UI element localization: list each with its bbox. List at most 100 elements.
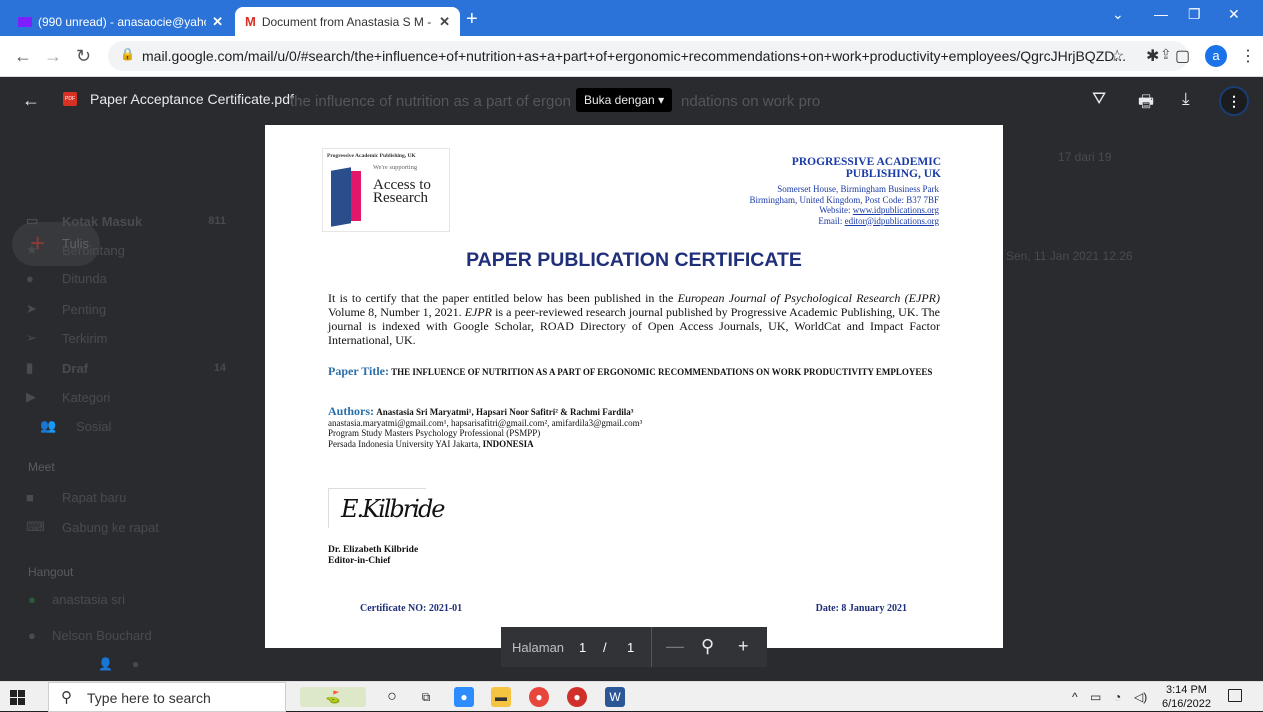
- send-icon: ➢: [26, 330, 37, 345]
- notification-icon[interactable]: [1228, 689, 1242, 702]
- cortana-icon[interactable]: ○: [382, 687, 402, 707]
- close-window-icon[interactable]: ✕: [1228, 6, 1240, 23]
- download-icon[interactable]: ⤓: [1182, 89, 1190, 109]
- app-icon[interactable]: ●: [567, 687, 587, 707]
- body-text: Volume 8, Number 1, 2021.: [328, 305, 465, 319]
- zoom-in-icon[interactable]: +: [738, 636, 749, 657]
- caret-down-icon: ▾: [658, 93, 665, 107]
- people-icon: 👥: [40, 418, 57, 433]
- sidebar-item-starred[interactable]: ★ Berbintang: [26, 242, 226, 258]
- word-icon[interactable]: W: [605, 687, 625, 707]
- share-icon[interactable]: ⇪: [1160, 46, 1172, 63]
- meet-label: Rapat baru: [62, 490, 127, 505]
- new-tab-button[interactable]: +: [466, 9, 478, 29]
- zoom-app-icon[interactable]: ●: [454, 687, 474, 707]
- sidebar-item-social[interactable]: 👥 Sosial: [40, 418, 240, 434]
- chrome-icon[interactable]: ●: [529, 687, 549, 707]
- sidebar-item-label: Terkirim: [62, 330, 108, 346]
- hangout-user[interactable]: ● anastasia sri: [28, 592, 228, 607]
- bookmark-star-icon[interactable]: ☆: [1110, 46, 1124, 66]
- volume-icon[interactable]: ◁): [1134, 690, 1147, 704]
- certificate-number: Certificate NO: 2021-01: [360, 603, 463, 614]
- network-icon[interactable]: ◔: [1114, 690, 1121, 704]
- journal-short-name: EJPR: [464, 305, 493, 319]
- reload-icon[interactable]: ↻: [76, 46, 91, 67]
- zoom-out-icon[interactable]: —: [666, 636, 684, 657]
- logo-top-text: Progressive Academic Publishing, UK: [327, 153, 416, 159]
- taskbar-search-input[interactable]: ⚲ Type here to search: [48, 682, 286, 712]
- pagination-text: 17 dari 19: [1058, 150, 1112, 164]
- browser-menu-icon[interactable]: ⋮: [1240, 46, 1256, 66]
- minimize-icon[interactable]: —: [1154, 6, 1168, 22]
- sidebar-item-label: Penting: [62, 301, 107, 317]
- journal-name: European Journal of Psychological Resear…: [677, 291, 940, 305]
- zoom-icon[interactable]: ⚲: [701, 636, 714, 657]
- sidebar-item-inbox[interactable]: ▭ Kotak Masuk 811: [26, 213, 226, 229]
- pdf-viewer-toolbar: ← PDF Paper Acceptance Certificate.pdf t…: [0, 77, 1263, 123]
- sidebar-item-snoozed[interactable]: ● Ditunda: [26, 271, 226, 286]
- clock-date: 6/16/2022: [1162, 698, 1211, 710]
- search-icon: ⚲: [61, 689, 72, 706]
- hangout-heading: Hangout: [28, 565, 74, 579]
- side-panel-icon[interactable]: ▢: [1175, 46, 1190, 66]
- signature-image: E.Kilbride: [341, 495, 446, 523]
- person-icon[interactable]: 👤: [98, 657, 113, 671]
- website-link[interactable]: www.idpublications.org: [853, 205, 939, 215]
- system-clock[interactable]: 3:14 PM 6/16/2022: [1162, 683, 1211, 711]
- sidebar-item-label: Sosial: [76, 418, 112, 434]
- publisher-address: Somerset House, Birmingham Business Park…: [639, 184, 939, 226]
- print-icon[interactable]: 🖶: [1138, 89, 1154, 118]
- chat-icon[interactable]: ●: [132, 657, 139, 671]
- sidebar-item-label: Kotak Masuk: [62, 213, 143, 229]
- add-to-drive-icon[interactable]: ⛛: [1092, 89, 1106, 109]
- back-arrow-icon[interactable]: ←: [22, 90, 40, 111]
- authors-names: Anastasia Sri Maryatmi¹, Hapsari Noor Sa…: [376, 407, 634, 417]
- tab-search-icon[interactable]: ⌄: [1112, 6, 1124, 23]
- email-label: Email:: [818, 215, 843, 226]
- forward-icon[interactable]: →: [44, 46, 62, 67]
- star-icon: ★: [26, 242, 38, 257]
- avatar: ●: [28, 628, 36, 643]
- tab-label: Document from Anastasia S M -: [261, 14, 432, 29]
- authors-block: Authors: Anastasia Sri Maryatmi¹, Hapsar…: [328, 404, 940, 449]
- page-label: Halaman: [512, 640, 565, 655]
- battery-icon[interactable]: ▭: [1090, 690, 1101, 704]
- tray-chevron-icon[interactable]: ^: [1072, 690, 1078, 704]
- open-with-button[interactable]: Buka dengan ▾: [576, 88, 673, 112]
- pdf-page: Progressive Academic Publishing, UK We'r…: [265, 125, 1003, 648]
- meet-heading: Meet: [28, 460, 55, 474]
- back-icon[interactable]: ←: [14, 46, 32, 67]
- meet-join-meeting[interactable]: ⌨ Gabung ke rapat: [26, 519, 226, 535]
- windows-start-icon[interactable]: [10, 690, 25, 705]
- hangout-contact[interactable]: ● Nelson Bouchard: [28, 628, 228, 643]
- sidebar-item-important[interactable]: ➤ Penting: [26, 301, 226, 317]
- url-host: mail.google.com: [142, 48, 244, 64]
- paper-title-text: THE INFLUENCE OF NUTRITION AS A PART OF …: [391, 367, 933, 377]
- tab-gmail-document[interactable]: M Document from Anastasia S M - ✕: [235, 7, 460, 36]
- sidebar-item-sent[interactable]: ➢ Terkirim: [26, 330, 226, 346]
- meet-new-meeting[interactable]: ■ Rapat baru: [26, 490, 226, 505]
- authors-label: Authors:: [328, 404, 375, 418]
- golf-widget-icon[interactable]: ⛳: [300, 687, 366, 707]
- close-tab-icon[interactable]: ✕: [439, 14, 450, 30]
- task-view-icon[interactable]: ⧉: [416, 687, 436, 707]
- email-link[interactable]: editor@idpublications.org: [845, 216, 939, 226]
- tab-yahoo-mail[interactable]: (990 unread) - anasaocie@yahoo ✕: [8, 7, 233, 36]
- taskbar-search-placeholder: Type here to search: [87, 690, 211, 706]
- extensions-icon[interactable]: ✱: [1146, 46, 1159, 66]
- page-current[interactable]: 1: [579, 640, 586, 655]
- sidebar-item-count: 14: [213, 362, 226, 374]
- signature: E.Kilbride: [328, 488, 446, 528]
- close-tab-icon[interactable]: ✕: [212, 14, 223, 30]
- file-explorer-icon[interactable]: ▬: [491, 687, 511, 707]
- lock-icon[interactable]: 🔒: [120, 47, 135, 61]
- sidebar-item-categories[interactable]: ▶ Kategori: [26, 389, 226, 405]
- restore-icon[interactable]: ❐: [1188, 6, 1201, 23]
- gmail-icon: M: [245, 14, 256, 29]
- hangout-contact-name: Nelson Bouchard: [52, 628, 152, 643]
- more-actions-icon[interactable]: ⋮: [1219, 86, 1249, 116]
- sidebar-item-label: Ditunda: [62, 271, 107, 286]
- address-bar[interactable]: 🔒 mail.google.com/mail/u/0/#search/the+i…: [108, 41, 1188, 71]
- profile-avatar[interactable]: a: [1205, 45, 1227, 67]
- sidebar-item-drafts[interactable]: ▮ Draf 14: [26, 360, 226, 376]
